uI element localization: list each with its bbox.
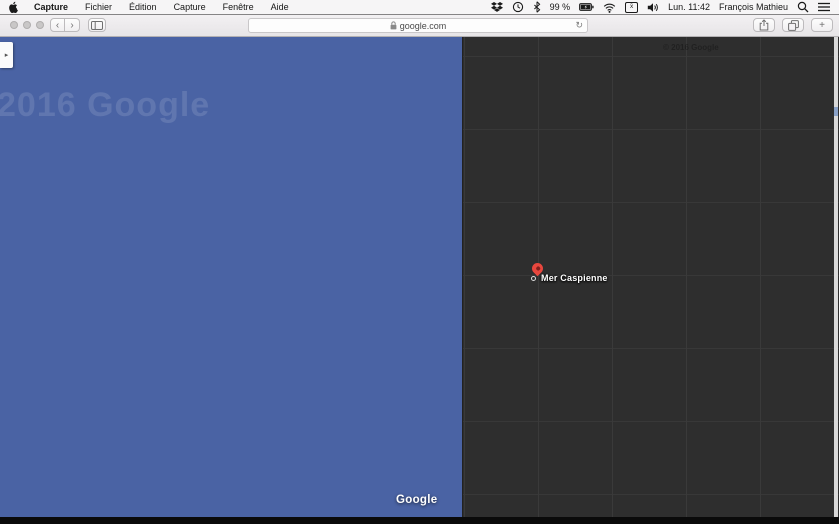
spotlight-search-icon[interactable] [797, 1, 809, 13]
menu-edition[interactable]: Édition [129, 2, 157, 12]
volume-icon[interactable] [647, 2, 659, 13]
map-tiles-area[interactable]: © 2016 Google Mer Caspienne [462, 37, 839, 517]
notification-center-icon[interactable] [818, 2, 830, 12]
menu-bar-left: Capture Fichier Édition Capture Fenêtre … [0, 1, 306, 13]
nav-buttons: ‹ › [50, 18, 80, 32]
menu-fichier[interactable]: Fichier [85, 2, 112, 12]
address-bar[interactable]: google.com ↻ [248, 18, 588, 33]
zoom-window-button[interactable] [36, 21, 44, 29]
map-copyright-watermark: 2016 Google [0, 86, 211, 124]
map-sea-area[interactable]: 2016 Google ▸ Google [0, 37, 462, 517]
new-tab-button[interactable]: + [811, 18, 833, 32]
menu-app-name[interactable]: Capture [34, 2, 68, 12]
share-button[interactable] [753, 18, 775, 32]
page-scrollbar[interactable] [834, 37, 838, 517]
scrollbar-thumb[interactable] [834, 107, 838, 116]
lock-icon [390, 21, 397, 30]
menu-bar: Capture Fichier Édition Capture Fenêtre … [0, 0, 839, 14]
toolbar-right: + [753, 18, 833, 32]
apple-icon [9, 1, 19, 13]
battery-percent: 99 % [549, 2, 571, 12]
macos-desktop: Capture Fichier Édition Capture Fenêtre … [0, 0, 839, 524]
bluetooth-icon[interactable] [533, 1, 541, 13]
time-machine-icon[interactable] [512, 1, 524, 13]
menu-fenetre[interactable]: Fenêtre [223, 2, 254, 12]
battery-icon[interactable] [579, 2, 594, 12]
google-maps-logo[interactable]: Google [396, 494, 437, 506]
url-text: google.com [399, 20, 447, 31]
chevron-right-icon: ▸ [4, 52, 9, 59]
reload-button[interactable]: ↻ [575, 20, 583, 31]
sidebar-button[interactable] [88, 18, 106, 32]
back-button[interactable]: ‹ [50, 18, 65, 32]
show-all-tabs-button[interactable] [782, 18, 804, 32]
menu-capture[interactable]: Capture [174, 2, 206, 12]
browser-toolbar: ‹ › google.com ↻ + [0, 14, 839, 37]
menu-bar-status: 99 % x̄ Lun. 11:42 François Mathieu [490, 1, 839, 13]
close-window-button[interactable] [10, 21, 18, 29]
input-source-icon[interactable]: x̄ [625, 1, 639, 13]
map-pin-dot-icon [531, 276, 536, 281]
dropbox-icon[interactable] [490, 1, 503, 13]
forward-button[interactable]: › [65, 18, 80, 32]
map-panel-toggle[interactable]: ▸ [0, 42, 13, 68]
apple-menu[interactable] [9, 1, 19, 13]
window-controls [10, 21, 44, 29]
menu-aide[interactable]: Aide [271, 2, 289, 12]
browser-viewport: 2016 Google ▸ Google © 2016 Google Mer C… [0, 37, 839, 517]
menu-clock[interactable]: Lun. 11:42 [668, 2, 710, 12]
minimize-window-button[interactable] [23, 21, 31, 29]
map-pin-label: Mer Caspienne [541, 273, 608, 283]
wifi-icon[interactable] [603, 2, 616, 13]
screen-bottom-edge [0, 517, 839, 524]
tile-copyright-watermark: © 2016 Google [663, 43, 719, 52]
user-menu[interactable]: François Mathieu [719, 2, 788, 12]
